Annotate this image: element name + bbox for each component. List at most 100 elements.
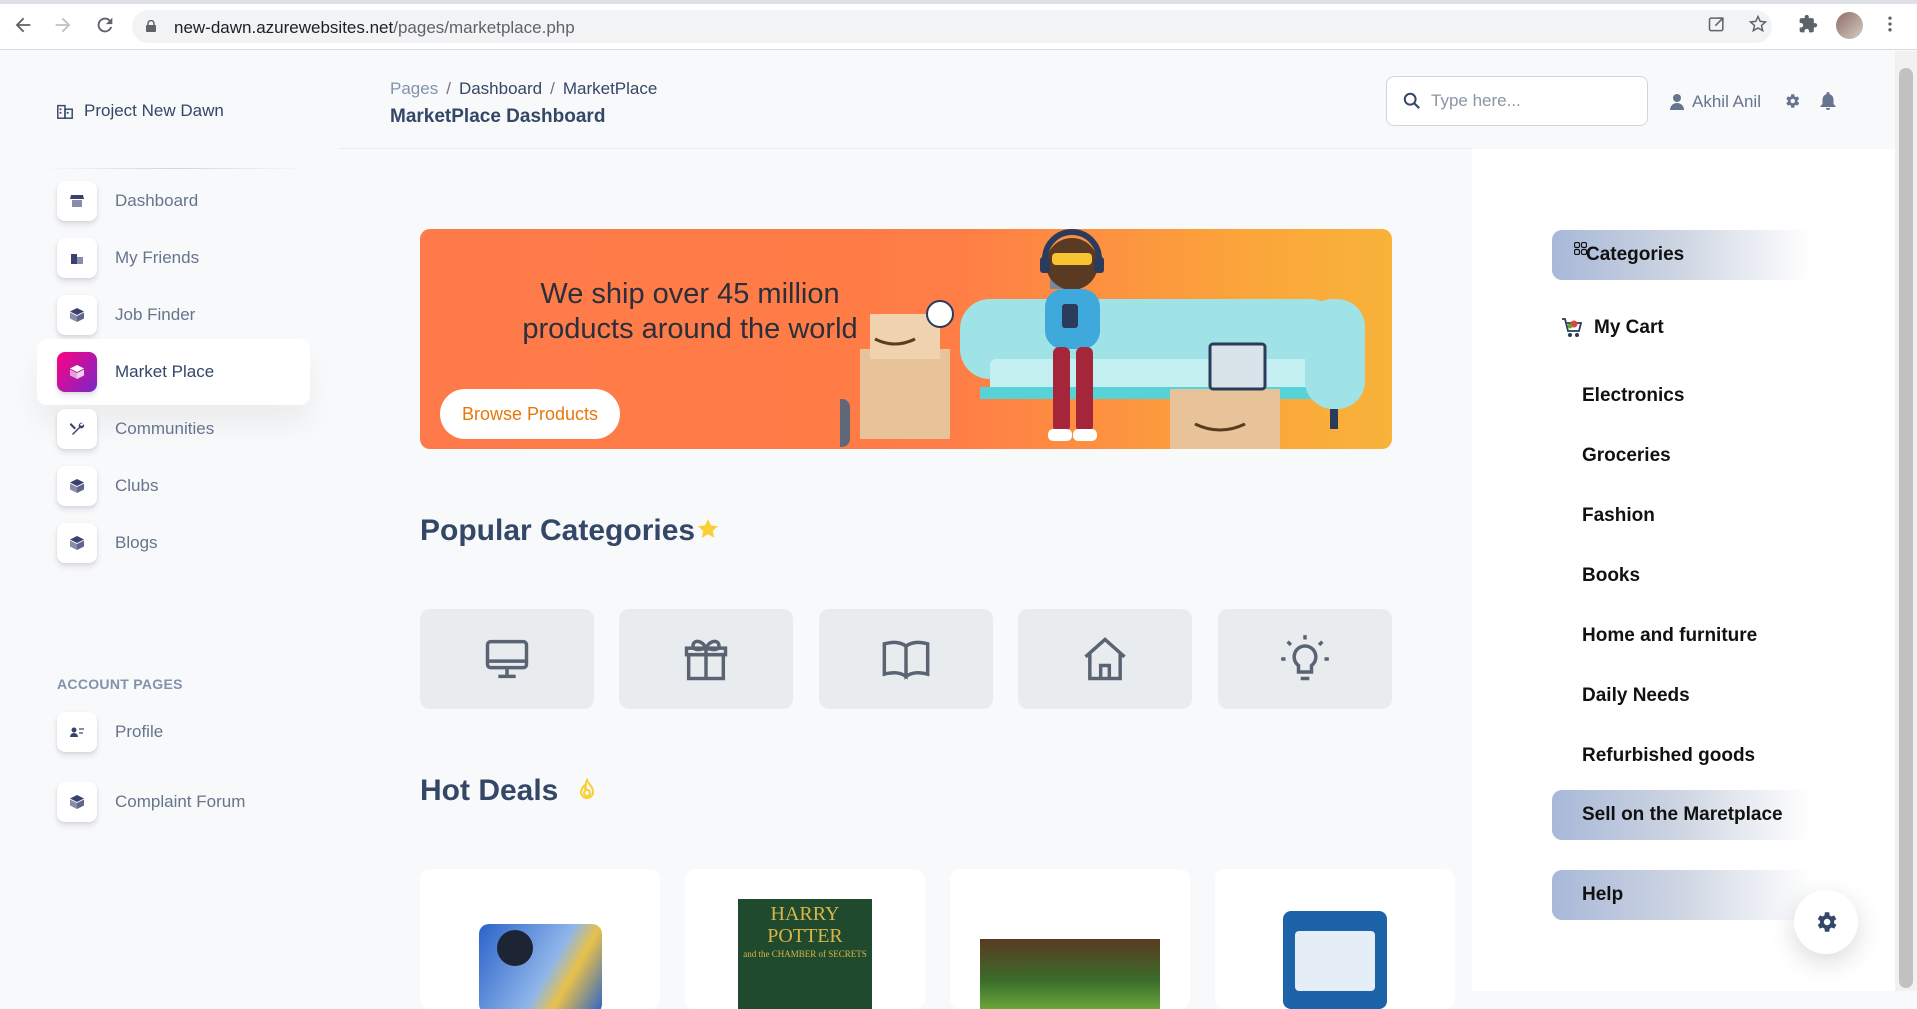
tab-strip-edge	[0, 0, 1917, 4]
promo-banner: We ship over 45 million products around …	[420, 229, 1392, 449]
user-profile-link[interactable]: Akhil Anil	[1670, 92, 1761, 112]
category-tile-gifts[interactable]	[619, 609, 793, 709]
category-link-fashion[interactable]: Fashion	[1582, 505, 1655, 527]
sidebar-item-label: Dashboard	[115, 191, 199, 210]
book-icon	[882, 640, 930, 680]
category-link-books[interactable]: Books	[1582, 565, 1640, 587]
back-icon[interactable]	[12, 14, 34, 36]
notification-bell-icon[interactable]	[1820, 92, 1838, 110]
configurator-button[interactable]	[1794, 890, 1858, 954]
desktop-icon	[485, 639, 529, 679]
camera-module	[497, 930, 533, 966]
box-icon	[57, 352, 97, 392]
category-tile-electronics[interactable]	[420, 609, 594, 709]
share-icon[interactable]	[1707, 14, 1729, 36]
hot-deals-title: Hot Deals	[420, 774, 559, 807]
breadcrumb-dashboard[interactable]: Dashboard	[459, 79, 542, 98]
lock-icon	[146, 20, 156, 32]
categories-label: Categories	[1586, 244, 1685, 265]
sidebar: Project New Dawn Dashboard My Friends Jo…	[0, 51, 340, 991]
gift-icon	[684, 639, 728, 681]
address-bar[interactable]: new-dawn.azurewebsites.net/pages/marketp…	[132, 10, 1772, 43]
category-tile-home[interactable]	[1018, 609, 1192, 709]
bookmark-star-icon[interactable]	[1748, 14, 1770, 36]
breadcrumb-separator: /	[550, 79, 555, 98]
browser-menu-icon[interactable]	[1880, 14, 1902, 36]
category-tile-books[interactable]	[819, 609, 993, 709]
deal-card-groceries[interactable]	[950, 869, 1190, 1009]
brand-link[interactable]: Project New Dawn	[56, 101, 224, 121]
scrollbar-thumb[interactable]	[1899, 68, 1913, 988]
category-link-groceries[interactable]: Groceries	[1582, 445, 1671, 467]
settings-gear-icon[interactable]	[1783, 92, 1801, 110]
category-link-daily-needs[interactable]: Daily Needs	[1582, 685, 1690, 707]
tools-icon	[57, 409, 97, 449]
building-icon	[57, 104, 73, 119]
breadcrumb-pages[interactable]: Pages	[390, 79, 438, 98]
phone-product-image	[479, 924, 602, 1009]
sell-on-marketplace-button[interactable]: Sell on the Maretplace	[1552, 790, 1812, 840]
browse-products-button[interactable]: Browse Products	[440, 389, 620, 439]
sidebar-item-label: Clubs	[115, 476, 159, 495]
forward-icon[interactable]	[52, 14, 74, 36]
banner-headline: We ship over 45 million products around …	[510, 277, 870, 347]
category-link-electronics[interactable]: Electronics	[1582, 385, 1684, 407]
help-label: Help	[1582, 884, 1624, 905]
category-link-home-furniture[interactable]: Home and furniture	[1582, 625, 1757, 647]
extensions-icon[interactable]	[1798, 14, 1820, 36]
shipping-illustration	[840, 229, 1365, 449]
shop-icon	[57, 181, 97, 221]
browser-toolbar: new-dawn.azurewebsites.net/pages/marketp…	[0, 0, 1917, 50]
groceries-product-image	[980, 939, 1160, 1009]
sidebar-item-label: My Friends	[115, 248, 200, 267]
sell-label: Sell on the Maretplace	[1582, 804, 1783, 825]
deal-card-phone[interactable]	[420, 869, 660, 1009]
building-icon	[57, 238, 97, 278]
search-icon	[1403, 92, 1420, 109]
banner-line-2: products around the world	[522, 313, 858, 345]
search-input[interactable]	[1431, 89, 1631, 113]
user-name: Akhil Anil	[1692, 92, 1761, 111]
sidebar-item-label: Communities	[115, 419, 215, 438]
deal-card-toolkit[interactable]	[1215, 869, 1455, 1009]
id-card-icon	[57, 712, 97, 752]
breadcrumb: Pages / Dashboard / MarketPlace	[390, 79, 657, 99]
sidebar-item-complaint-forum[interactable]: Complaint Forum	[37, 769, 310, 835]
fire-icon	[579, 778, 595, 799]
category-link-refurbished[interactable]: Refurbished goods	[1582, 745, 1755, 767]
breadcrumb-current: MarketPlace	[562, 79, 658, 98]
lightbulb-icon	[1281, 635, 1329, 681]
brand-name: Project New Dawn	[84, 101, 224, 120]
cart-icon	[1562, 318, 1583, 337]
user-icon	[1670, 94, 1684, 110]
browser-profile-avatar[interactable]	[1836, 12, 1863, 39]
settings-gear-icon	[1817, 912, 1837, 932]
sidebar-item-label: Blogs	[115, 533, 158, 552]
reload-icon[interactable]	[94, 14, 116, 36]
breadcrumb-separator: /	[446, 79, 451, 98]
help-button[interactable]: Help	[1552, 870, 1812, 920]
url-text: new-dawn.azurewebsites.net/pages/marketp…	[174, 18, 575, 37]
sidebar-item-profile[interactable]: Profile	[37, 699, 310, 765]
popular-categories-title: Popular Categories	[420, 514, 696, 547]
box-icon	[57, 782, 97, 822]
page-title: MarketPlace Dashboard	[390, 106, 606, 127]
categories-header[interactable]: Categories	[1552, 230, 1812, 280]
toolkit-product-image	[1283, 911, 1387, 1009]
box-icon	[57, 523, 97, 563]
box-icon	[57, 466, 97, 506]
header-divider	[340, 148, 1472, 149]
section-label-account-pages: ACCOUNT PAGES	[57, 676, 183, 692]
sidebar-item-label: Market Place	[115, 362, 215, 381]
my-cart-label: My Cart	[1594, 317, 1664, 338]
toolkit-tray	[1295, 931, 1375, 991]
sidebar-item-blogs[interactable]: Blogs	[37, 510, 310, 576]
book-cover-title: HARRY POTTER	[767, 903, 843, 947]
page-scrollbar[interactable]	[1895, 51, 1917, 991]
grid-icon	[1574, 242, 1587, 255]
deal-card-book[interactable]: HARRY POTTER and the CHAMBER of SECRETS	[685, 869, 925, 1009]
my-cart-link[interactable]: My Cart	[1560, 316, 1664, 340]
category-tile-ideas[interactable]	[1218, 609, 1392, 709]
search-field[interactable]	[1386, 76, 1648, 126]
book-cover-subtitle: and the CHAMBER of SECRETS	[743, 949, 867, 959]
